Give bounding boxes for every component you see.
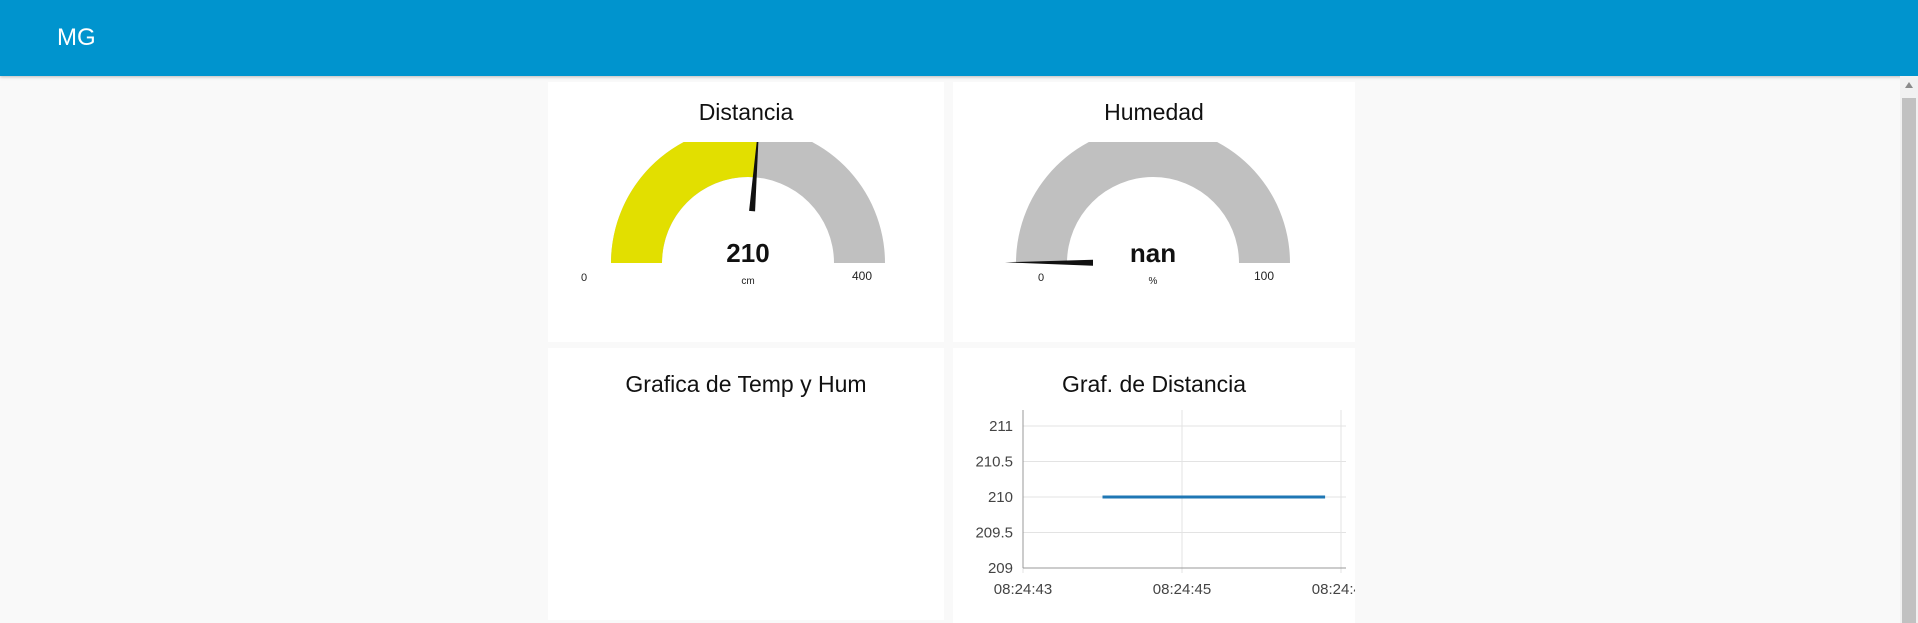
y-tick-label: 210 (988, 489, 1013, 506)
humedad-unit: % (1149, 276, 1158, 287)
gauge-card-humedad: Humedad nan % 0 100 (953, 82, 1355, 342)
y-tick-label: 209 (988, 560, 1013, 577)
gauge-title-distancia: Distancia (698, 99, 794, 125)
distancia-unit: cm (741, 276, 754, 287)
top-bar: MG (0, 0, 1918, 76)
y-tick-label: 209.5 (975, 525, 1013, 542)
y-tick-label: 210.5 (975, 454, 1013, 471)
distancia-max-label: 400 (852, 269, 872, 283)
humedad-gauge: nan % 0 100 (1005, 142, 1290, 287)
gauge-title-humedad: Humedad (1104, 99, 1204, 125)
scroll-up-arrow-icon[interactable] (1905, 82, 1913, 88)
humedad-max-label: 100 (1254, 269, 1274, 283)
x-tick-label: 08:24:47 (1312, 581, 1355, 598)
dashboard-title: MG (57, 24, 96, 51)
chart-title-temp-hum: Grafica de Temp y Hum (625, 371, 867, 397)
x-tick-label: 08:24:45 (1153, 581, 1211, 598)
humedad-value: nan (1130, 238, 1176, 268)
vertical-scrollbar[interactable] (1900, 76, 1918, 623)
distancia-gauge: 210 cm 0 400 (581, 142, 885, 287)
chart-title-distancia: Graf. de Distancia (1061, 371, 1247, 397)
scrollbar-thumb[interactable] (1902, 98, 1916, 623)
humedad-min-label: 0 (1038, 272, 1044, 284)
y-tick-label: 211 (989, 418, 1013, 435)
chart-card-temp-hum: Grafica de Temp y Hum (548, 348, 944, 620)
gauge-card-distancia: Distancia 210 cm 0 400 (548, 82, 944, 342)
distancia-value: 210 (726, 238, 769, 268)
chart-card-distancia: Graf. de Distancia 211 210.5 210 209.5 209 08… (953, 348, 1355, 623)
distancia-min-label: 0 (581, 272, 587, 284)
distancia-line-chart: 211 210.5 210 209.5 209 08:24:43 08:24:45 08:24… (975, 410, 1355, 598)
x-tick-label: 08:24:43 (994, 581, 1052, 598)
